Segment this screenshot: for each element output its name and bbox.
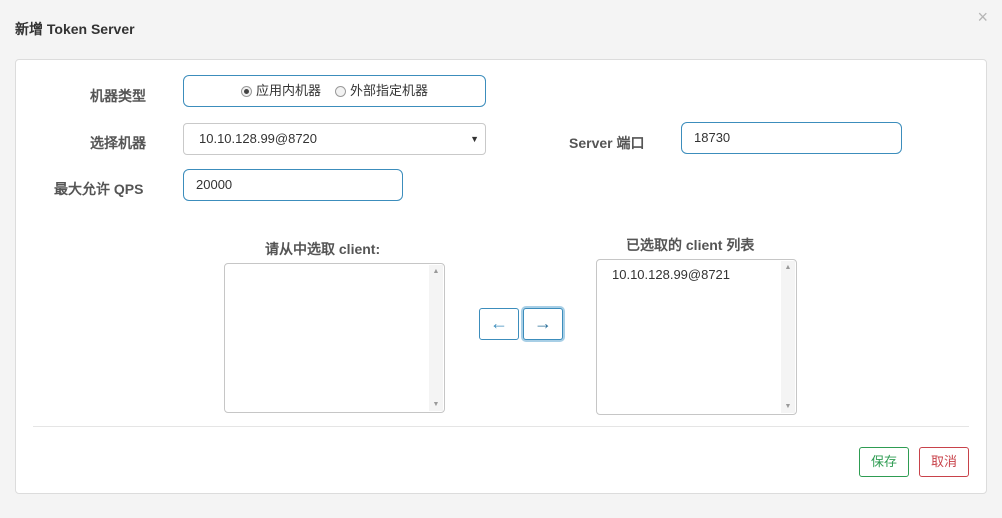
max-qps-label: 最大允许 QPS [54, 181, 144, 197]
scroll-down-icon[interactable]: ▼ [429, 401, 443, 408]
divider [33, 426, 969, 427]
radio-external-machine-label: 外部指定机器 [350, 83, 429, 98]
move-right-button[interactable]: → [523, 308, 563, 340]
available-clients-list[interactable]: ▲ ▼ [224, 263, 445, 413]
cancel-button[interactable]: 取消 [919, 447, 969, 477]
server-port-label: Server 端口 [569, 135, 645, 151]
move-left-button[interactable]: ← [479, 308, 519, 340]
scrollbar[interactable]: ▲ ▼ [781, 261, 795, 413]
dialog-title: 新增 Token Server [15, 21, 135, 37]
dropdown-caret-icon: ▼ [470, 134, 479, 144]
selected-clients-list[interactable]: 10.10.128.99@8721 ▲ ▼ [596, 259, 797, 415]
radio-checked-icon [240, 85, 252, 97]
scroll-up-icon[interactable]: ▲ [781, 264, 795, 271]
machine-select[interactable]: 10.10.128.99@8720 ▼ [183, 123, 486, 155]
select-machine-label: 选择机器 [90, 135, 146, 151]
dialog-body: 机器类型 应用内机器 外部指定机器 选择机器 10.10.128.99@8720… [15, 59, 987, 494]
radio-unchecked-icon [335, 85, 346, 97]
machine-type-label: 机器类型 [90, 88, 146, 104]
selected-clients-title: 已选取的 client 列表 [626, 237, 755, 253]
radio-external-machine[interactable]: 外部指定机器 [335, 76, 428, 106]
scrollbar[interactable]: ▲ ▼ [429, 265, 443, 411]
radio-in-app-machine[interactable]: 应用内机器 [240, 76, 321, 106]
radio-in-app-machine-label: 应用内机器 [255, 83, 321, 98]
save-button[interactable]: 保存 [859, 447, 909, 477]
close-icon[interactable]: × [977, 8, 988, 26]
server-port-input[interactable]: 18730 [681, 122, 902, 154]
max-qps-input[interactable]: 20000 [183, 169, 403, 201]
scroll-down-icon[interactable]: ▼ [781, 403, 795, 410]
list-item[interactable]: 10.10.128.99@8721 [612, 267, 730, 282]
scroll-up-icon[interactable]: ▲ [429, 268, 443, 275]
machine-type-radio-group: 应用内机器 外部指定机器 [183, 75, 486, 107]
available-clients-title: 请从中选取 client: [265, 241, 381, 257]
machine-select-value: 10.10.128.99@8720 [199, 131, 318, 146]
